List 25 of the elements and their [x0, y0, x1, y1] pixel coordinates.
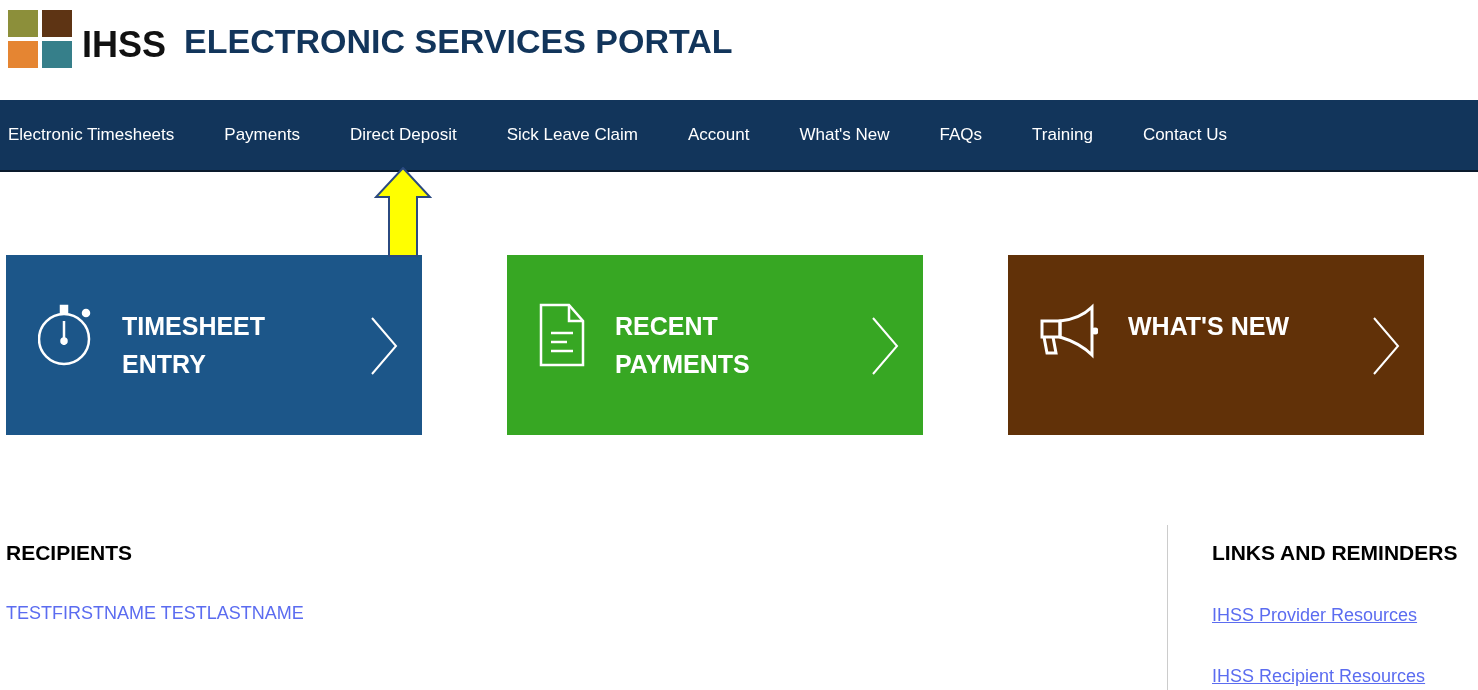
document-icon — [539, 303, 585, 367]
resource-link[interactable]: IHSS Provider Resources — [1212, 605, 1418, 626]
nav-link[interactable]: Account — [688, 125, 750, 145]
recipient-link[interactable]: TESTFIRSTNAME TESTLASTNAME — [6, 603, 1167, 624]
tile-button[interactable]: WHAT'S NEW — [1008, 255, 1424, 435]
nav-link[interactable]: Electronic Timesheets — [8, 125, 175, 145]
nav-link[interactable]: Contact Us — [1142, 125, 1227, 145]
chevron-right-icon — [871, 317, 899, 375]
logo-text: IHSS — [82, 24, 167, 66]
portal-title: ELECTRONIC SERVICES PORTAL — [184, 22, 733, 61]
tile-button[interactable]: TIMESHEET ENTRY — [6, 255, 422, 435]
nav-link[interactable]: FAQs — [939, 125, 983, 145]
nav-link[interactable]: What's New — [799, 125, 890, 145]
nav-link[interactable]: Sick Leave Claim — [506, 125, 638, 145]
section-heading: RECIPIENTS — [6, 541, 134, 565]
nav-link[interactable]: Direct Deposit — [349, 125, 457, 145]
chevron-right-icon — [1372, 317, 1400, 375]
stopwatch-icon — [38, 303, 92, 367]
resource-link[interactable]: IHSS Recipient Resources — [1212, 666, 1426, 687]
logo-icon — [8, 10, 72, 68]
section-heading: LINKS AND REMINDERS — [1212, 541, 1459, 565]
nav-link[interactable]: Training — [1032, 125, 1093, 145]
chevron-right-icon — [370, 317, 398, 375]
megaphone-icon — [1040, 303, 1098, 359]
nav-link[interactable]: Payments — [224, 125, 300, 145]
